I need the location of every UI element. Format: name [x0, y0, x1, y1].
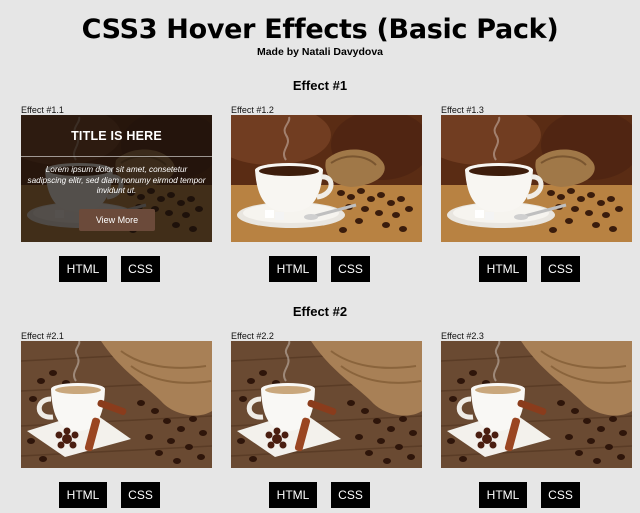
css-button[interactable]: CSS — [121, 256, 160, 282]
effect-preview-2-2[interactable] — [231, 341, 422, 468]
coffee-photo — [231, 341, 422, 468]
css-button[interactable]: CSS — [541, 256, 580, 282]
css-button[interactable]: CSS — [331, 256, 370, 282]
overlay-divider — [21, 156, 212, 157]
overlay-title: TITLE IS HERE — [71, 129, 162, 143]
section-title-effect-2: Effect #2 — [292, 304, 348, 319]
card-label: Effect #1.3 — [441, 105, 484, 115]
css-button[interactable]: CSS — [121, 482, 160, 508]
page-title: CSS3 Hover Effects (Basic Pack) — [81, 14, 559, 45]
css-button[interactable]: CSS — [541, 482, 580, 508]
html-button[interactable]: HTML — [269, 482, 317, 508]
html-button[interactable]: HTML — [479, 256, 527, 282]
html-button[interactable]: HTML — [59, 482, 107, 508]
html-button[interactable]: HTML — [479, 482, 527, 508]
hover-overlay: TITLE IS HERE Lorem ipsum dolor sit amet… — [21, 115, 212, 242]
coffee-photo — [21, 341, 212, 468]
effect-preview-1-2[interactable] — [231, 115, 422, 242]
card-label: Effect #1.1 — [21, 105, 64, 115]
coffee-photo — [441, 115, 632, 242]
effect-preview-1-3[interactable] — [441, 115, 632, 242]
page-subtitle: Made by Natali Davydova — [256, 46, 384, 58]
coffee-photo — [231, 115, 422, 242]
section-title-effect-1: Effect #1 — [292, 78, 348, 93]
overlay-text: Lorem ipsum dolor sit amet, consetetur s… — [27, 165, 206, 195]
effect-preview-2-3[interactable] — [441, 341, 632, 468]
html-button[interactable]: HTML — [59, 256, 107, 282]
effect-preview-1-1[interactable]: TITLE IS HERE Lorem ipsum dolor sit amet… — [21, 115, 212, 242]
view-more-button[interactable]: View More — [79, 209, 155, 231]
css-button[interactable]: CSS — [331, 482, 370, 508]
effect-preview-2-1[interactable] — [21, 341, 212, 468]
html-button[interactable]: HTML — [269, 256, 317, 282]
coffee-photo — [441, 341, 632, 468]
card-label: Effect #1.2 — [231, 105, 274, 115]
card-label: Effect #2.3 — [441, 331, 484, 341]
card-label: Effect #2.2 — [231, 331, 274, 341]
card-label: Effect #2.1 — [21, 331, 64, 341]
